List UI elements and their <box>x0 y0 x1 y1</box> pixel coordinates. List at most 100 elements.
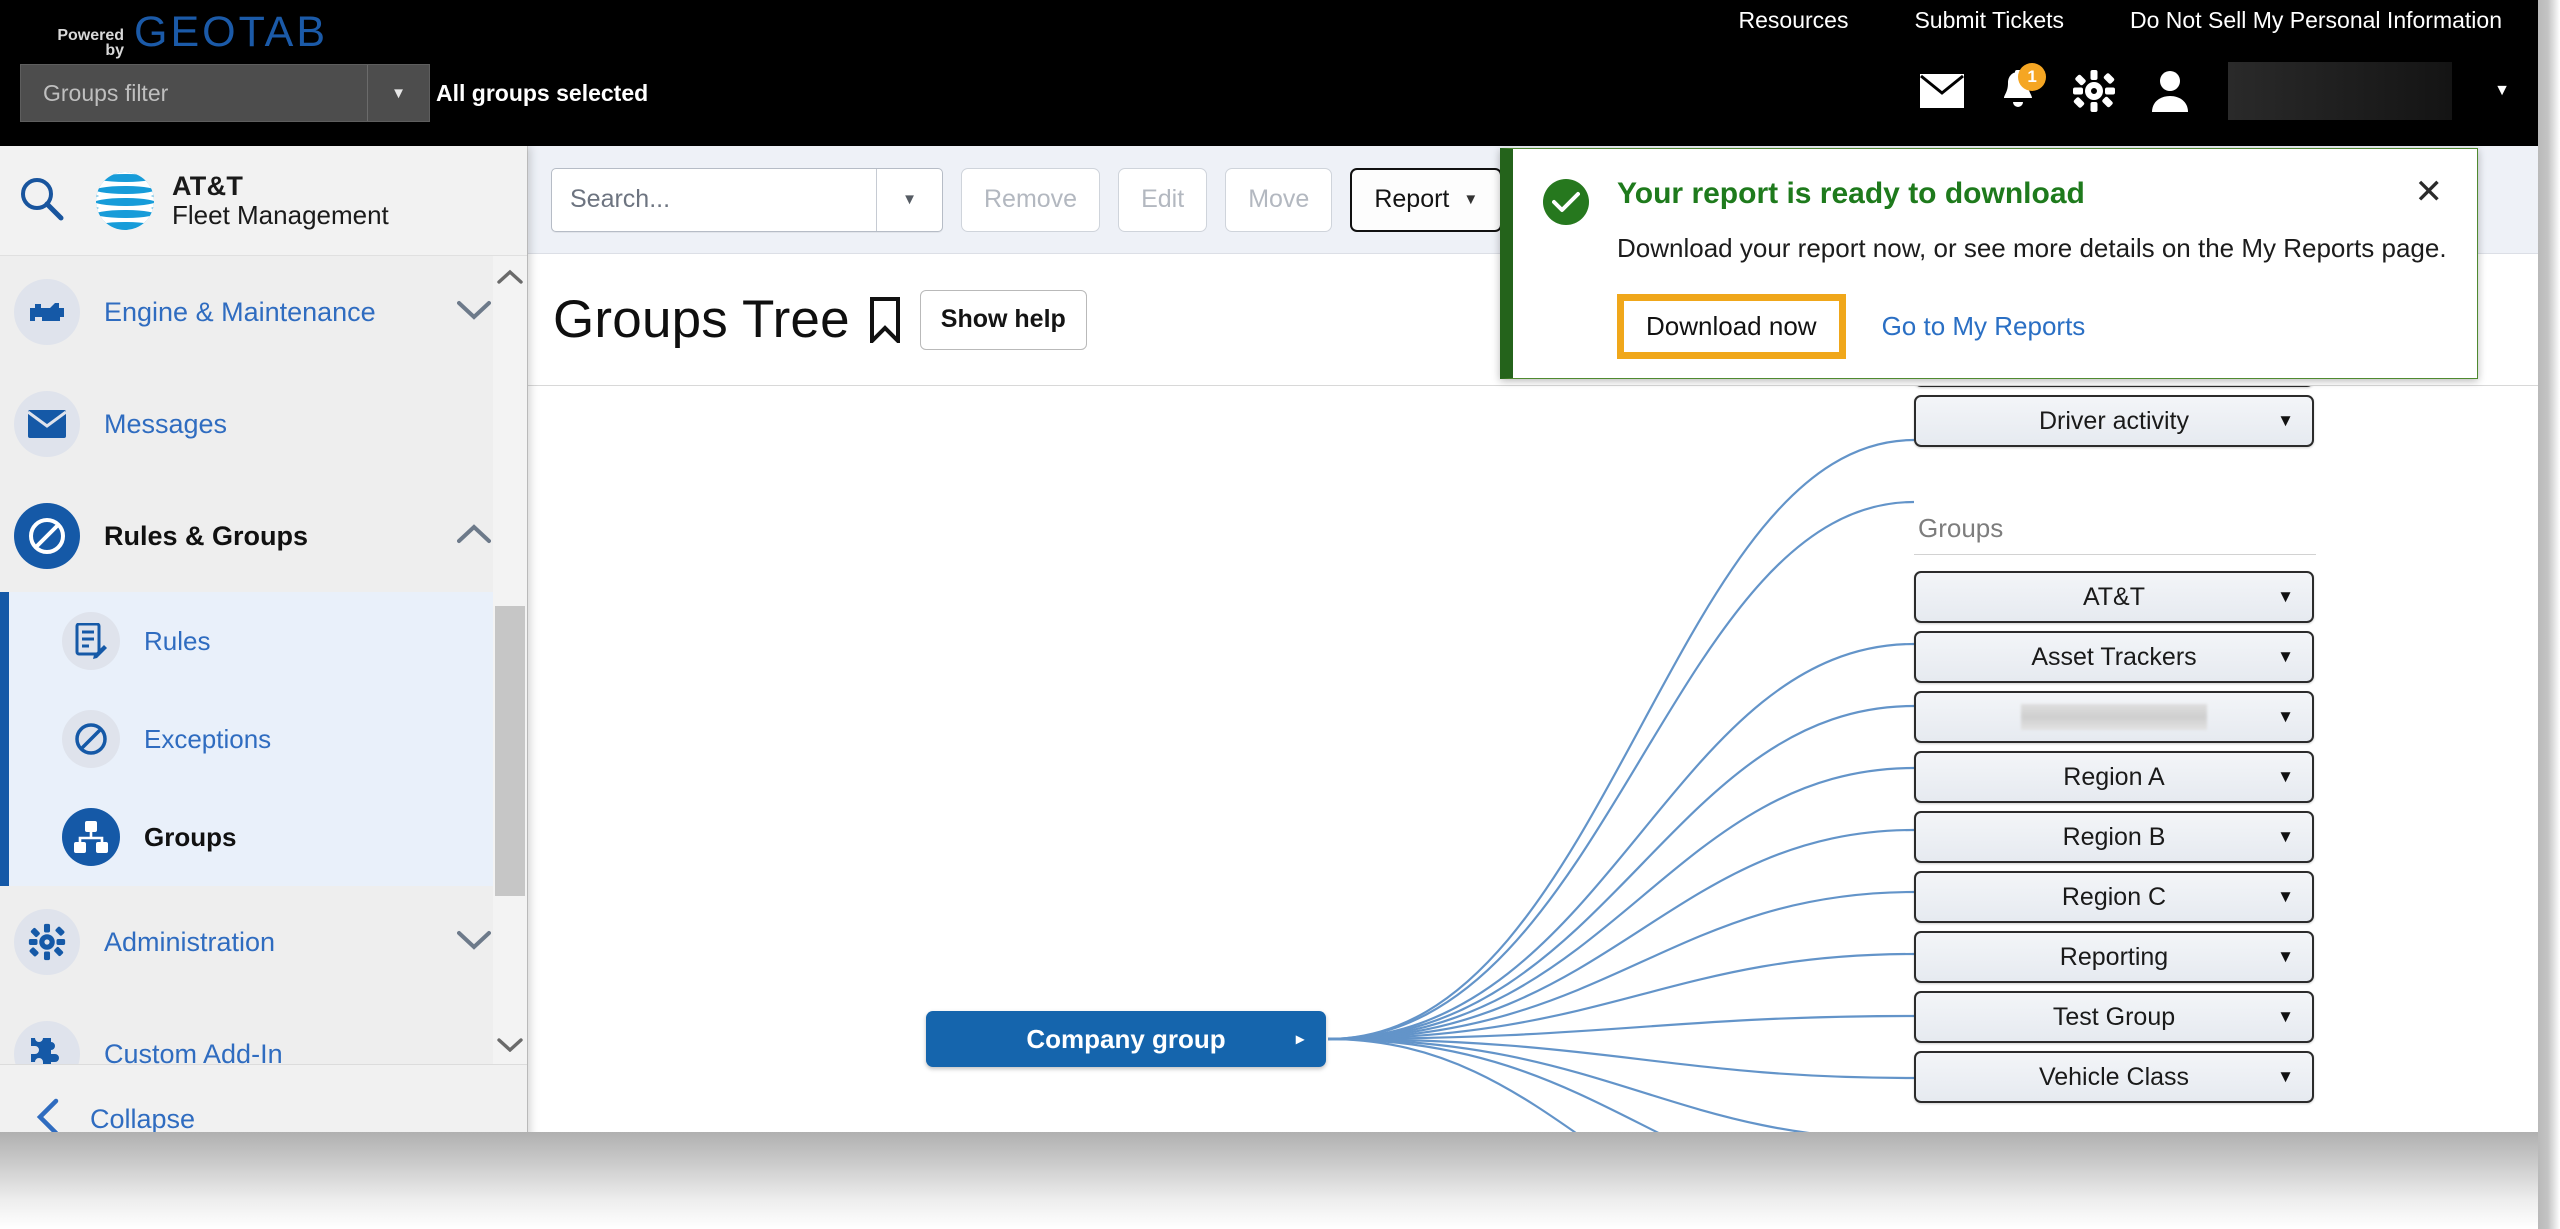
all-groups-selected-label: All groups selected <box>436 80 649 106</box>
sidebar-item-label: Administration <box>104 926 276 957</box>
link-submit-tickets[interactable]: Submit Tickets <box>1914 7 2064 34</box>
global-header: Powered by GEOTAB Groups filter ▼ All gr… <box>0 0 2538 146</box>
chevron-down-icon[interactable]: ▼ <box>2277 587 2294 607</box>
report-ready-toast: ✕ Your report is ready to download Downl… <box>1500 148 2478 379</box>
scroll-up-icon[interactable] <box>493 256 527 296</box>
sidebar-item-administration[interactable]: Administration <box>0 886 527 998</box>
groups-icon <box>62 808 120 866</box>
chevron-down-icon[interactable] <box>457 930 491 955</box>
tree-node-reporting[interactable]: Reporting ▼ <box>1914 931 2314 983</box>
tree-node-company-group[interactable]: Company group ▸ <box>926 1011 1326 1067</box>
powered-line2: by <box>105 42 124 59</box>
sidebar-item-messages[interactable]: Messages <box>0 368 527 480</box>
bookmark-icon[interactable] <box>868 296 902 343</box>
geotab-brand: Powered by GEOTAB <box>50 2 329 59</box>
tree-node-region-a[interactable]: Region A ▼ <box>1914 751 2314 803</box>
sidebar-item-label: Rules & Groups <box>104 520 309 551</box>
groups-tree-canvas: Company group ▸ Asset Information ▼ Driv… <box>528 386 2539 1175</box>
chevron-down-icon[interactable]: ▼ <box>2277 1067 2294 1087</box>
header-icon-row: 1 ▼ <box>1918 62 2510 120</box>
sidebar-item-engine-maintenance[interactable]: Engine & Maintenance <box>0 256 527 368</box>
tree-node-redacted[interactable]: ▼ <box>1914 691 2314 743</box>
report-button[interactable]: Report ▼ <box>1350 167 1503 232</box>
chevron-down-icon[interactable]: ▼ <box>2277 947 2294 967</box>
tree-node-driver-activity[interactable]: Driver activity ▼ <box>1914 395 2314 447</box>
sidebar-item-label: Groups <box>144 821 237 852</box>
chevron-down-icon[interactable]: ▼ <box>2494 82 2510 100</box>
redacted-label <box>2021 704 2207 730</box>
att-logo: AT&T Fleet Management <box>94 170 389 232</box>
sidebar-item-label: Custom Add-In <box>104 1038 283 1065</box>
move-button[interactable]: Move <box>1225 167 1333 232</box>
gear-icon[interactable] <box>2070 67 2118 115</box>
geotab-wordmark: GEOTAB <box>134 8 329 56</box>
tree-node-label: Driver activity <box>2038 406 2189 435</box>
tree-node-test-group[interactable]: Test Group ▼ <box>1914 991 2314 1043</box>
show-help-button[interactable]: Show help <box>919 289 1087 350</box>
search-field[interactable]: Search... ▼ <box>551 167 943 232</box>
tree-node-vehicle-class[interactable]: Vehicle Class ▼ <box>1914 1051 2314 1103</box>
search-input[interactable]: Search... <box>552 169 876 231</box>
tree-node-label: Reporting <box>2059 942 2169 971</box>
tree-viewport: Company group ▸ Asset Information ▼ Driv… <box>528 386 2539 1175</box>
chevron-down-icon[interactable]: ▼ <box>2277 707 2294 727</box>
tree-section-label-groups: Groups <box>1918 513 2004 543</box>
tree-node-label: Vehicle Class <box>2038 1062 2190 1091</box>
header-links: Resources Submit Tickets Do Not Sell My … <box>1739 7 2502 34</box>
chevron-down-icon[interactable]: ▼ <box>367 65 429 121</box>
rules-doc-icon <box>62 612 120 670</box>
section-divider <box>1914 554 2316 555</box>
chevron-down-icon[interactable]: ▼ <box>2277 827 2294 847</box>
chevron-up-icon[interactable] <box>457 523 491 549</box>
powered-line1: Powered <box>57 27 124 44</box>
mail-icon[interactable] <box>1918 67 1966 115</box>
user-icon[interactable] <box>2146 67 2194 115</box>
sidebar-item-exceptions[interactable]: Exceptions <box>0 690 527 788</box>
scroll-down-icon[interactable] <box>493 1024 527 1064</box>
collapse-label: Collapse <box>90 1103 196 1134</box>
groups-filter-input[interactable]: Groups filter <box>21 65 367 121</box>
sidebar-subgroup-rules-and-groups: Rules Exceptions Groups <box>0 592 527 886</box>
att-name: AT&T <box>172 170 244 201</box>
puzzle-icon <box>14 1021 80 1064</box>
bell-icon[interactable]: 1 <box>1994 63 2047 115</box>
chevron-down-icon[interactable]: ▼ <box>2277 647 2294 667</box>
tree-node-asset-trackers[interactable]: Asset Trackers ▼ <box>1914 631 2314 683</box>
tree-node-region-c[interactable]: Region C ▼ <box>1914 871 2314 923</box>
tree-node-label: Asset Trackers <box>2031 642 2197 671</box>
rules-icon <box>14 503 80 569</box>
search-icon[interactable] <box>18 175 64 226</box>
tree-node-region-b[interactable]: Region B ▼ <box>1914 811 2314 863</box>
sidebar-item-custom-add-in[interactable]: Custom Add-In <box>0 998 527 1064</box>
sidebar-item-label: Engine & Maintenance <box>104 296 376 327</box>
go-to-my-reports-link[interactable]: Go to My Reports <box>1882 311 2086 342</box>
remove-button[interactable]: Remove <box>961 167 1101 232</box>
user-name-field[interactable] <box>2228 62 2453 120</box>
chevron-down-icon[interactable]: ▼ <box>876 168 942 231</box>
sidebar-item-label: Rules <box>144 625 211 656</box>
sidebar-item-rules-and-groups[interactable]: Rules & Groups <box>0 480 527 592</box>
groups-filter-dropdown[interactable]: Groups filter ▼ <box>20 64 430 122</box>
chevron-down-icon[interactable]: ▼ <box>2277 767 2294 787</box>
chevron-down-icon[interactable]: ▼ <box>2277 1007 2294 1027</box>
edit-button[interactable]: Edit <box>1118 167 1208 232</box>
scrollbar-thumb[interactable] <box>495 606 525 896</box>
sidebar-scrollbar[interactable] <box>493 256 527 1064</box>
link-resources[interactable]: Resources <box>1739 7 1849 34</box>
sidebar-item-rules[interactable]: Rules <box>0 592 527 690</box>
tree-node-att[interactable]: AT&T ▼ <box>1914 571 2314 623</box>
link-do-not-sell[interactable]: Do Not Sell My Personal Information <box>2130 7 2502 34</box>
chevron-down-icon[interactable] <box>457 300 491 325</box>
download-now-button[interactable]: Download now <box>1617 294 1846 359</box>
sidebar-item-groups[interactable]: Groups <box>0 788 527 886</box>
tree-node-label: Region C <box>2061 882 2167 911</box>
tree-node-asset-information[interactable]: Asset Information ▼ <box>1914 386 2314 387</box>
close-icon[interactable]: ✕ <box>2415 175 2444 209</box>
sidebar-nav: Engine & Maintenance Messages Rules & Gr… <box>0 256 527 1064</box>
tree-node-label: Test Group <box>2052 1002 2176 1031</box>
tree-node-label: Company group <box>1026 1023 1226 1054</box>
expand-arrow-icon[interactable]: ▸ <box>1296 1029 1304 1049</box>
chevron-down-icon[interactable]: ▼ <box>2277 887 2294 907</box>
chevron-down-icon[interactable]: ▼ <box>2277 411 2294 431</box>
